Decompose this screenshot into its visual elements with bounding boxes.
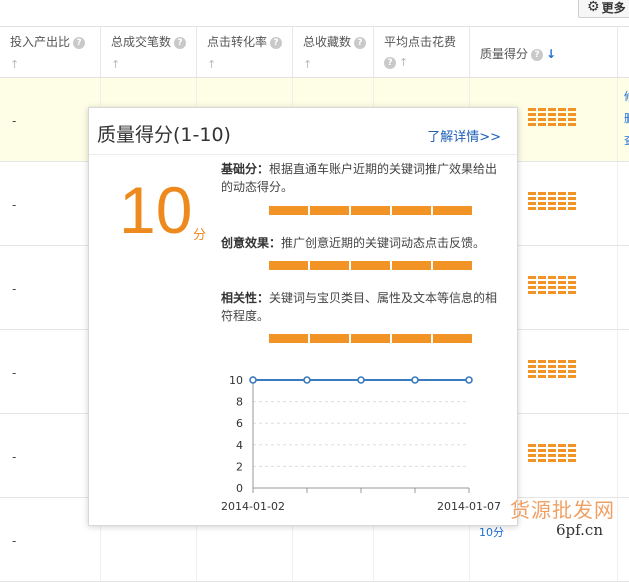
data-point: [411, 376, 419, 384]
x-tick-label: 2014-01-02: [221, 500, 285, 513]
quality-score-value: 10: [119, 173, 193, 247]
y-tick-label: 2: [236, 460, 243, 473]
y-tick-label: 10: [229, 374, 243, 387]
creative-item: 创意效果：推广创意近期的关键词动态点击反馈。: [221, 234, 501, 252]
roi-value: -: [12, 534, 17, 548]
partial-link-1[interactable]: 修: [624, 88, 629, 104]
y-tick-label: 6: [236, 417, 243, 430]
header-partial: [617, 27, 629, 77]
roi-value: -: [12, 450, 17, 464]
y-tick-label: 0: [236, 482, 243, 495]
help-icon[interactable]: ?: [270, 36, 283, 49]
header-label: 质量得分: [480, 47, 529, 61]
data-point: [357, 376, 365, 384]
popover-title: 质量得分(1-10): [97, 124, 231, 146]
partial-link-2[interactable]: 删: [624, 110, 629, 126]
header-label: 投入产出比: [10, 35, 71, 49]
partial-link-3[interactable]: 查: [624, 132, 629, 148]
column-divider: [617, 330, 618, 413]
watermark: 货源批发网 6pf.cn: [510, 494, 629, 546]
base-score-label: 基础分：: [221, 162, 270, 176]
quality-score-popover: 质量得分(1-10) 了解详情>> 10 分 基础分：根据直通车账户近期的关键词…: [88, 107, 518, 526]
header-label: 总收藏数: [303, 35, 352, 49]
creative-label: 创意效果：: [221, 236, 282, 250]
base-score-item: 基础分：根据直通车账户近期的关键词推广效果给出的动态得分。: [221, 160, 501, 196]
watermark-en: 6pf.cn: [556, 521, 603, 539]
divider: [89, 154, 517, 155]
y-tick-label: 8: [236, 396, 243, 409]
gear-icon: ⚙: [587, 0, 600, 15]
sort-up-icon[interactable]: ↑: [111, 58, 196, 71]
quality-score-bars[interactable]: [528, 108, 578, 128]
quality-score-unit: 分: [193, 228, 207, 243]
partial-score-text: 10分: [479, 526, 504, 539]
base-score-bar: [269, 206, 472, 215]
header-avg-cpc[interactable]: 平均点击花费 ? ↑: [373, 27, 469, 77]
x-tick-label: 2014-01-07: [437, 500, 501, 513]
header-quality-score[interactable]: 质量得分? ↓: [469, 27, 617, 77]
roi-value: -: [12, 366, 17, 380]
sort-up-icon[interactable]: ↑: [207, 58, 292, 71]
table-header: 投入产出比? ↑ 总成交笔数? ↑ 点击转化率? ↑ 总收藏数? ↑ 平均点击花…: [0, 26, 629, 78]
header-label: 平均点击花费: [384, 35, 457, 49]
roi-value: -: [12, 198, 17, 212]
sort-up-icon[interactable]: ↑: [10, 58, 100, 71]
quality-score-bars[interactable]: [528, 444, 578, 464]
data-point: [303, 376, 311, 384]
header-conversion-rate[interactable]: 点击转化率? ↑: [196, 27, 292, 77]
header-roi[interactable]: 投入产出比? ↑: [0, 27, 100, 77]
column-divider: [617, 246, 618, 329]
help-icon[interactable]: ?: [531, 48, 544, 61]
watermark-cn: 货源批发网: [510, 498, 615, 522]
learn-more-link[interactable]: 了解详情>>: [427, 126, 501, 145]
header-total-deals[interactable]: 总成交笔数? ↑: [100, 27, 196, 77]
help-icon[interactable]: ?: [354, 36, 367, 49]
column-divider: [617, 414, 618, 497]
help-icon[interactable]: ?: [174, 36, 187, 49]
sort-down-icon[interactable]: ↓: [546, 47, 556, 61]
more-label: 更多: [601, 0, 626, 15]
score-trend-svg: 0 2 4 6 8 10 2014-01-02 2014-01-07: [221, 374, 501, 513]
help-icon[interactable]: ?: [384, 57, 396, 69]
sort-up-icon[interactable]: ↑: [303, 58, 373, 71]
quality-score-bars[interactable]: [528, 276, 578, 296]
help-icon[interactable]: ?: [73, 36, 86, 49]
relevance-score-bar: [269, 334, 472, 343]
creative-score-bar: [269, 261, 472, 270]
creative-desc: 推广创意近期的关键词动态点击反馈。: [281, 236, 486, 250]
header-label: 点击转化率: [207, 35, 268, 49]
roi-value: -: [12, 282, 17, 296]
data-point: [465, 376, 473, 384]
relevance-item: 相关性：关键词与宝贝类目、属性及文本等信息的相符程度。: [221, 289, 501, 325]
more-button[interactable]: ⚙ 更多: [578, 0, 629, 18]
y-tick-label: 4: [236, 439, 243, 452]
quality-score-bars[interactable]: [528, 192, 578, 212]
header-label: 总成交笔数: [111, 35, 172, 49]
quality-score-bars[interactable]: [528, 360, 578, 380]
roi-value: -: [12, 114, 17, 128]
sort-up-icon[interactable]: ? ↑: [384, 56, 469, 69]
score-trend-chart: 0 2 4 6 8 10 2014-01-02 2014-01-07: [219, 368, 509, 518]
column-divider: [617, 78, 618, 161]
column-divider: [617, 162, 618, 245]
header-total-favorites[interactable]: 总收藏数? ↑: [292, 27, 373, 77]
relevance-label: 相关性：: [221, 291, 270, 305]
data-point: [249, 376, 257, 384]
